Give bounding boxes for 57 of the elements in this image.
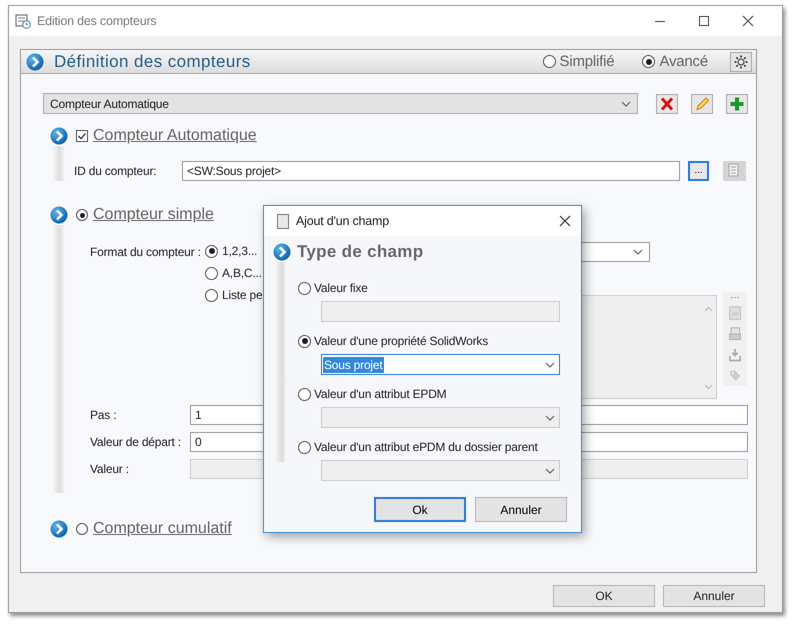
- caret-icon: [545, 414, 555, 420]
- mode-option[interactable]: Avancé: [642, 53, 708, 70]
- input-field[interactable]: <SW:Sous projet>: [182, 161, 680, 181]
- caret-icon: [545, 362, 555, 368]
- mode-option[interactable]: Simplifié: [542, 53, 614, 70]
- mode-label: Simplifié: [560, 53, 614, 70]
- settings-icon[interactable]: [730, 52, 752, 72]
- radio-button[interactable]: [642, 55, 656, 68]
- window-title: Edition des compteurs: [37, 14, 158, 28]
- radio-button[interactable]: [76, 523, 88, 535]
- section-title-link[interactable]: Compteur simple: [93, 206, 214, 224]
- caret-icon: [621, 100, 631, 106]
- section-rail: [52, 146, 64, 181]
- field-label: Valeur de départ :: [90, 435, 182, 449]
- close-icon[interactable]: [742, 15, 754, 27]
- chevron-icon: [50, 127, 68, 145]
- radio-button[interactable]: [542, 55, 556, 68]
- panel-title: Définition des compteurs: [54, 52, 252, 72]
- chevron-icon: [273, 243, 291, 261]
- chevron-icon: [50, 206, 68, 224]
- field-label: ID du compteur:: [74, 164, 158, 178]
- radio-button[interactable]: [205, 288, 218, 302]
- checkbox[interactable]: [76, 130, 88, 142]
- caret-icon: [633, 249, 643, 255]
- ok-button[interactable]: Ok: [374, 497, 466, 522]
- mode-label: Avancé: [659, 53, 708, 70]
- radio-button[interactable]: [298, 334, 311, 348]
- dialog-title: Ajout d'un champ: [296, 214, 390, 228]
- scroll-down-icon: [704, 384, 712, 390]
- delete-icon[interactable]: [656, 94, 678, 114]
- field-label: Format du compteur :: [90, 244, 202, 261]
- field-type-option[interactable]: Valeur d'une propriété SolidWorks: [298, 334, 581, 348]
- radio-button[interactable]: [205, 266, 218, 280]
- calendar-icon: [15, 13, 31, 29]
- field-label: Pas :: [90, 408, 118, 422]
- radio-button[interactable]: [76, 209, 88, 221]
- cancel-button[interactable]: Annuler: [663, 585, 765, 607]
- dialog-heading: Type de champ: [297, 242, 424, 262]
- document-icon: [277, 214, 289, 228]
- section-title-link[interactable]: Compteur cumulatif: [93, 520, 232, 538]
- maximize-icon[interactable]: [698, 15, 710, 27]
- section-title-link[interactable]: Compteur Automatique: [93, 127, 257, 145]
- close-icon[interactable]: [559, 215, 571, 227]
- browse-button[interactable]: ...: [688, 161, 709, 181]
- property-dropdown[interactable]: Sous projet: [321, 354, 560, 375]
- cancel-button[interactable]: Annuler: [475, 497, 567, 522]
- format-option[interactable]: A,B,C...: [205, 266, 310, 280]
- chevron-icon: [50, 520, 68, 538]
- chevron-icon: [26, 52, 44, 70]
- ok-button[interactable]: OK: [553, 585, 655, 607]
- scroll-up-icon: [704, 306, 712, 312]
- pencil-icon[interactable]: [691, 94, 713, 114]
- counter-dropdown[interactable]: Compteur Automatique: [43, 93, 638, 114]
- field-label: Valeur :: [90, 462, 130, 476]
- plus-icon[interactable]: [726, 94, 748, 114]
- radio-button[interactable]: [205, 244, 218, 258]
- caret-icon: [545, 468, 555, 474]
